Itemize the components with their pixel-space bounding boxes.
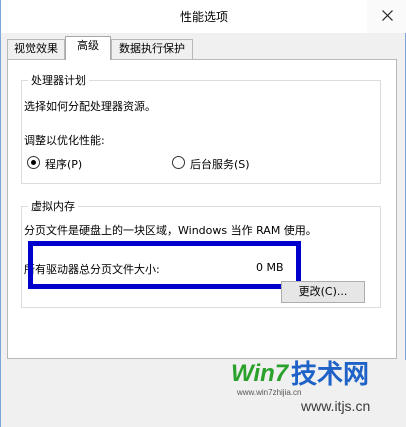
svg-text:技术网: 技术网 xyxy=(291,360,369,390)
processor-scheduling-title: 处理器计划 xyxy=(28,72,89,88)
tab-strip: 视觉效果 高级 数据执行保护 xyxy=(1,33,406,61)
performance-options-window: 性能选项 视觉效果 高级 数据执行保护 处理器计划 选择如何分配处理器资源。 调… xyxy=(0,0,406,427)
tab-visual-effects[interactable]: 视觉效果 xyxy=(7,39,65,59)
radio-programs[interactable] xyxy=(27,156,40,169)
optimize-label: 调整以优化性能: xyxy=(24,134,105,147)
annotation-highlight-box xyxy=(28,241,301,289)
processor-description: 选择如何分配处理器资源。 xyxy=(24,100,156,113)
change-virtual-memory-button[interactable]: 更改(C)... xyxy=(281,281,365,303)
advanced-tab-panel: 处理器计划 选择如何分配处理器资源。 调整以优化性能: 程序(P) 后台服务(S… xyxy=(7,59,397,359)
title-bar: 性能选项 xyxy=(1,0,406,33)
watermark-url: www.itjs.cn xyxy=(301,398,371,414)
tab-dep[interactable]: 数据执行保护 xyxy=(111,39,193,59)
svg-text:www.win7zhijia.cn: www.win7zhijia.cn xyxy=(236,388,301,397)
close-icon xyxy=(381,9,393,24)
window-title: 性能选项 xyxy=(179,10,228,24)
virtual-memory-description: 分页文件是硬盘上的一块区域，Windows 当作 RAM 使用。 xyxy=(24,224,317,237)
virtual-memory-title: 虚拟内存 xyxy=(28,198,78,214)
radio-background-services-label[interactable]: 后台服务(S) xyxy=(190,156,250,172)
radio-background-services[interactable] xyxy=(172,156,185,169)
radio-selected-dot xyxy=(31,160,36,165)
processor-scheduling-group: 处理器计划 选择如何分配处理器资源。 调整以优化性能: 程序(P) 后台服务(S… xyxy=(21,72,381,184)
svg-text:Win7: Win7 xyxy=(231,360,290,387)
radio-programs-label[interactable]: 程序(P) xyxy=(45,156,82,172)
tab-advanced[interactable]: 高级 xyxy=(65,36,111,60)
close-button[interactable] xyxy=(367,0,406,33)
